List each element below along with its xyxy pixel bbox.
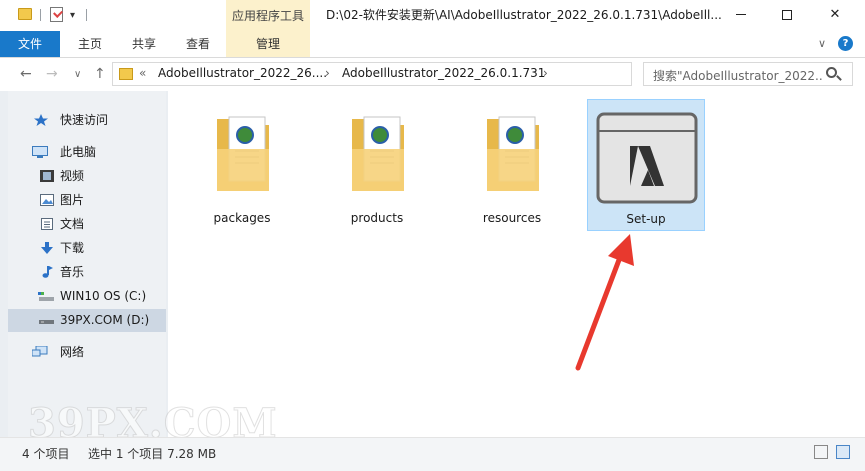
nav-item-label: 下载 xyxy=(60,241,85,255)
tab-view[interactable]: 查看 xyxy=(176,31,220,57)
search-placeholder: 搜索"AdobeIllustrator_2022... xyxy=(653,69,823,83)
nav-item-downloads[interactable]: 下载 xyxy=(8,237,166,260)
nav-item-network[interactable]: 网络 xyxy=(8,341,166,364)
nav-item-label: 网络 xyxy=(60,345,85,359)
nav-item-pictures[interactable]: 图片 xyxy=(8,189,166,212)
maximize-button[interactable] xyxy=(764,0,810,31)
file-list: packages products resources Set-up xyxy=(168,91,865,437)
file-name: products xyxy=(350,211,404,225)
properties-icon[interactable] xyxy=(50,7,63,22)
close-button[interactable]: ✕ xyxy=(812,0,858,31)
large-icons-view-icon[interactable] xyxy=(836,445,850,459)
video-icon xyxy=(40,170,54,182)
help-icon[interactable]: ? xyxy=(838,36,853,51)
folder-document-icon xyxy=(217,116,269,191)
network-icon xyxy=(32,346,48,357)
selection-info: 选中 1 个项目 7.28 MB xyxy=(88,447,217,461)
separator xyxy=(40,9,41,21)
file-name: Set-up xyxy=(626,212,666,226)
download-icon xyxy=(41,242,53,254)
window-title: D:\02-软件安装更新\AI\AdobeIllustrator_2022_26… xyxy=(326,8,722,22)
file-name: resources xyxy=(482,211,542,225)
nav-item-label: 快速访问 xyxy=(60,113,109,127)
nav-item-label: 图片 xyxy=(60,193,85,207)
nav-item-label: 文档 xyxy=(60,217,85,231)
search-icon xyxy=(826,67,837,78)
breadcrumb-separator[interactable]: › xyxy=(543,66,548,80)
nav-item-quick-access[interactable]: 快速访问 xyxy=(8,109,166,132)
folder-document-icon xyxy=(487,116,539,191)
recent-dropdown-icon[interactable]: ∨ xyxy=(74,69,81,80)
adobe-installer-icon xyxy=(596,112,698,204)
drive-icon xyxy=(38,292,54,301)
nav-item-label: 39PX.COM (D:) xyxy=(60,313,150,327)
music-icon xyxy=(42,266,53,278)
forward-arrow-icon[interactable]: → xyxy=(46,66,58,82)
address-bar[interactable]: « AdobeIllustrator_2022_26.... › AdobeIl… xyxy=(112,62,736,86)
nav-item-drive-c[interactable]: WIN10 OS (C:) xyxy=(8,285,166,308)
nav-item-drive-d[interactable]: 39PX.COM (D:) xyxy=(8,309,166,332)
back-arrow-icon[interactable]: ← xyxy=(20,66,32,82)
address-row: ← → ∨ ↑ « AdobeIllustrator_2022_26.... ›… xyxy=(0,58,865,91)
item-count: 4 个项目 xyxy=(22,447,70,461)
nav-item-label: 此电脑 xyxy=(60,145,97,159)
computer-icon xyxy=(32,146,48,158)
picture-icon xyxy=(40,194,54,206)
file-item-folder[interactable]: resources xyxy=(453,99,571,231)
nav-item-music[interactable]: 音乐 xyxy=(8,261,166,284)
breadcrumb-parent[interactable]: AdobeIllustrator_2022_26.... xyxy=(158,66,327,80)
ribbon-tabs: 文件 主页 共享 查看 管理 ∨ ? xyxy=(0,31,865,58)
breadcrumb-separator[interactable]: › xyxy=(325,66,330,80)
tab-home[interactable]: 主页 xyxy=(70,31,110,57)
drive-icon xyxy=(39,320,54,324)
status-bar: 4 个项目 选中 1 个项目 7.28 MB xyxy=(0,437,865,471)
details-view-icon[interactable] xyxy=(814,445,828,459)
up-arrow-icon[interactable]: ↑ xyxy=(94,66,106,82)
breadcrumb-overflow[interactable]: « xyxy=(139,66,146,80)
file-item-folder[interactable]: products xyxy=(318,99,436,231)
nav-item-label: 视频 xyxy=(60,169,85,183)
file-item-folder[interactable]: packages xyxy=(183,99,301,231)
title-bar: ▾ 应用程序工具 D:\02-软件安装更新\AI\AdobeIllustrato… xyxy=(0,0,865,31)
nav-item-videos[interactable]: 视频 xyxy=(8,165,166,188)
annotation-arrow xyxy=(575,234,634,371)
folder-icon xyxy=(18,8,32,20)
nav-item-label: WIN10 OS (C:) xyxy=(60,289,147,303)
navigation-pane: 快速访问 此电脑 视频 图片 文档 下载 音乐 WIN10 OS (C:) 39… xyxy=(8,91,166,437)
file-item-application[interactable]: Set-up xyxy=(587,99,705,231)
nav-item-documents[interactable]: 文档 xyxy=(8,213,166,236)
nav-item-this-pc[interactable]: 此电脑 xyxy=(8,141,166,164)
tab-file[interactable]: 文件 xyxy=(0,31,60,57)
chevron-down-icon[interactable]: ∨ xyxy=(818,37,826,50)
star-icon xyxy=(34,114,48,126)
search-input[interactable]: 搜索"AdobeIllustrator_2022... xyxy=(643,62,853,86)
quick-access-dropdown-icon[interactable]: ▾ xyxy=(70,10,75,21)
context-tab-header: 应用程序工具 xyxy=(226,0,310,31)
file-name: packages xyxy=(213,211,271,225)
nav-item-label: 音乐 xyxy=(60,265,85,279)
document-icon xyxy=(41,218,53,230)
folder-icon xyxy=(119,68,133,80)
folder-document-icon xyxy=(352,116,404,191)
breadcrumb-current[interactable]: AdobeIllustrator_2022_26.0.1.731 xyxy=(342,66,545,80)
separator xyxy=(86,9,87,21)
tab-manage[interactable]: 管理 xyxy=(226,31,310,57)
tab-share[interactable]: 共享 xyxy=(122,31,166,57)
minimize-button[interactable] xyxy=(718,0,764,31)
